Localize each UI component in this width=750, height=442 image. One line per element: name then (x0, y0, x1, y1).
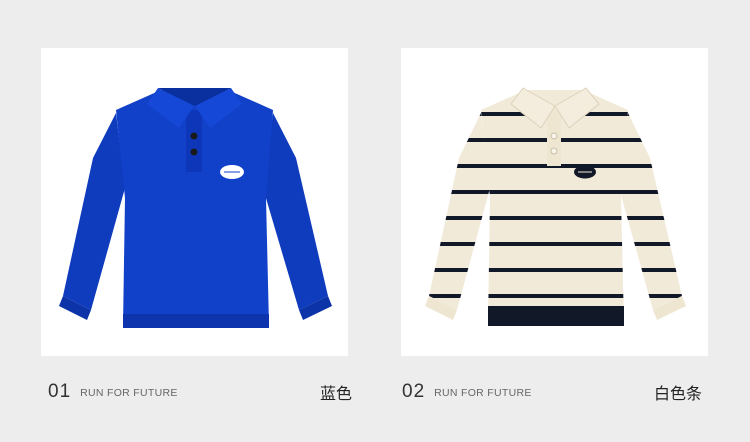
product-color-name: 蓝色 (319, 384, 352, 403)
product-caption-1: 01 RUN FOR FUTURE 蓝色 (48, 378, 352, 406)
product-number: 01 (48, 381, 72, 402)
product-number: 02 (402, 381, 426, 402)
blue-polo-sweater-icon (59, 88, 332, 328)
product-tagline: RUN FOR FUTURE (434, 387, 532, 399)
product-image-card-blue[interactable] (41, 48, 348, 356)
product-caption-2: 02 RUN FOR FUTURE 白色条 (402, 378, 702, 406)
cream-striped-polo-sweater-icon (425, 87, 686, 326)
product-color-name: 白色条 (653, 384, 702, 403)
product-tagline: RUN FOR FUTURE (80, 387, 178, 399)
product-image-card-striped[interactable] (401, 48, 708, 356)
